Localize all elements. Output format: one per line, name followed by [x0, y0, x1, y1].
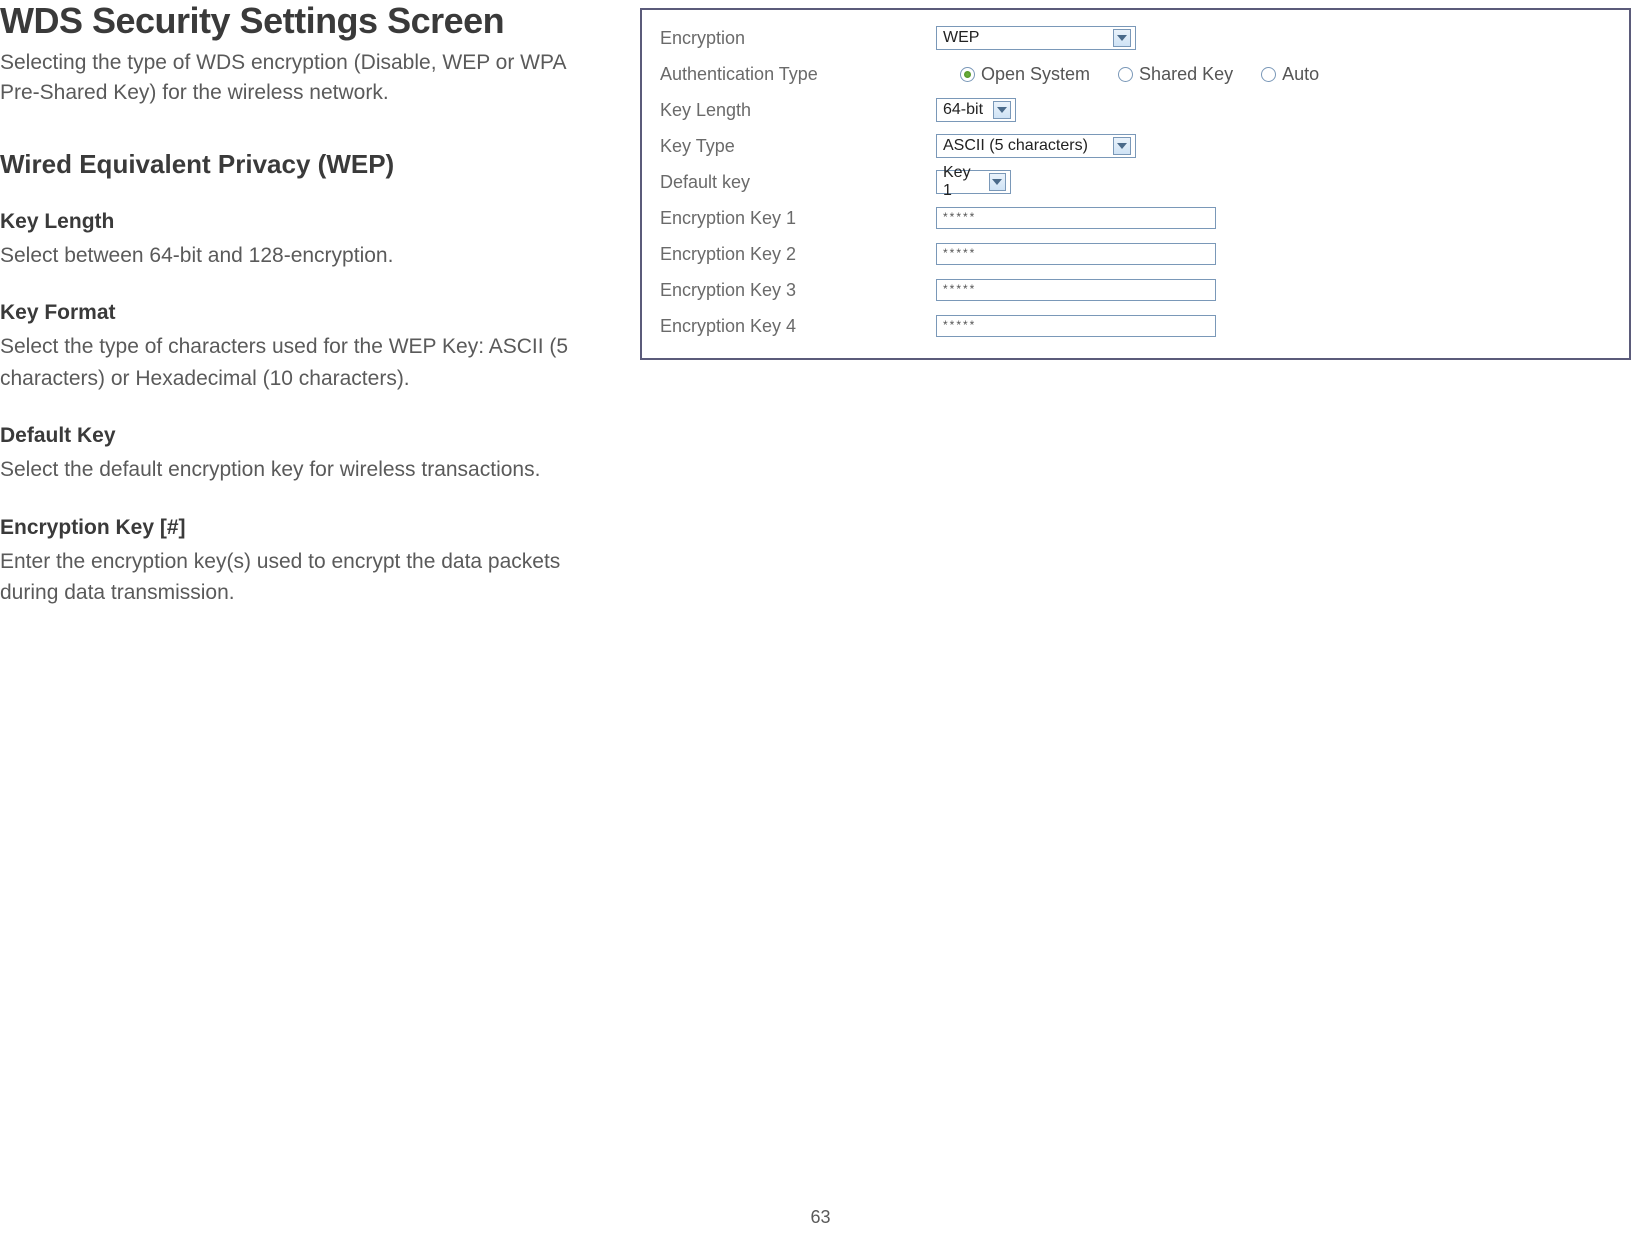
intro-paragraph: Selecting the type of WDS encryption (Di… — [0, 48, 600, 109]
wds-security-panel: Encryption WEP Authentication Type Open — [640, 8, 1631, 360]
page-number: 63 — [810, 1207, 830, 1228]
chevron-down-icon — [1113, 29, 1131, 47]
doc-left-column: WDS Security Settings Screen Selecting t… — [0, 0, 620, 639]
label-key-length: Key Length — [656, 100, 936, 121]
sub-title: Default Key — [0, 424, 600, 448]
sub-desc: Select the default encryption key for wi… — [0, 454, 600, 486]
sub-desc: Enter the encryption key(s) used to encr… — [0, 546, 600, 609]
subsection-key-length: Key Length Select between 64-bit and 128… — [0, 210, 600, 272]
key-type-select[interactable]: ASCII (5 characters) — [936, 134, 1136, 158]
label-encryption: Encryption — [656, 28, 936, 49]
section-title-wep: Wired Equivalent Privacy (WEP) — [0, 149, 600, 180]
label-enc-key-2: Encryption Key 2 — [656, 244, 936, 265]
auth-open-system-radio[interactable]: Open System — [960, 64, 1090, 85]
settings-panel-column: Encryption WEP Authentication Type Open — [620, 0, 1631, 639]
default-key-select[interactable]: Key 1 — [936, 170, 1011, 194]
enc-key-3-input[interactable]: ***** — [936, 279, 1216, 301]
sub-desc: Select between 64-bit and 128-encryption… — [0, 240, 600, 272]
label-key-type: Key Type — [656, 136, 936, 157]
page-title: WDS Security Settings Screen — [0, 0, 600, 42]
key-length-select-value: 64-bit — [943, 101, 983, 119]
auth-auto-radio[interactable]: Auto — [1261, 64, 1319, 85]
radio-icon — [960, 67, 975, 82]
chevron-down-icon — [989, 173, 1006, 191]
auth-shared-key-radio[interactable]: Shared Key — [1118, 64, 1233, 85]
enc-key-4-input[interactable]: ***** — [936, 315, 1216, 337]
radio-label: Auto — [1282, 64, 1319, 85]
radio-label: Shared Key — [1139, 64, 1233, 85]
key-length-select[interactable]: 64-bit — [936, 98, 1016, 122]
encryption-select[interactable]: WEP — [936, 26, 1136, 50]
label-enc-key-1: Encryption Key 1 — [656, 208, 936, 229]
sub-title: Key Format — [0, 301, 600, 325]
label-auth-type: Authentication Type — [656, 64, 936, 85]
subsection-key-format: Key Format Select the type of characters… — [0, 301, 600, 394]
radio-icon — [1118, 67, 1133, 82]
label-default-key: Default key — [656, 172, 936, 193]
sub-title: Encryption Key [#] — [0, 516, 600, 540]
enc-key-1-input[interactable]: ***** — [936, 207, 1216, 229]
label-enc-key-4: Encryption Key 4 — [656, 316, 936, 337]
subsection-encryption-key: Encryption Key [#] Enter the encryption … — [0, 516, 600, 609]
sub-title: Key Length — [0, 210, 600, 234]
encryption-select-value: WEP — [943, 29, 979, 47]
radio-label: Open System — [981, 64, 1090, 85]
chevron-down-icon — [993, 101, 1011, 119]
enc-key-2-input[interactable]: ***** — [936, 243, 1216, 265]
label-enc-key-3: Encryption Key 3 — [656, 280, 936, 301]
radio-icon — [1261, 67, 1276, 82]
sub-desc: Select the type of characters used for t… — [0, 331, 600, 394]
subsection-default-key: Default Key Select the default encryptio… — [0, 424, 600, 486]
chevron-down-icon — [1113, 137, 1131, 155]
default-key-select-value: Key 1 — [943, 164, 983, 200]
key-type-select-value: ASCII (5 characters) — [943, 137, 1088, 155]
